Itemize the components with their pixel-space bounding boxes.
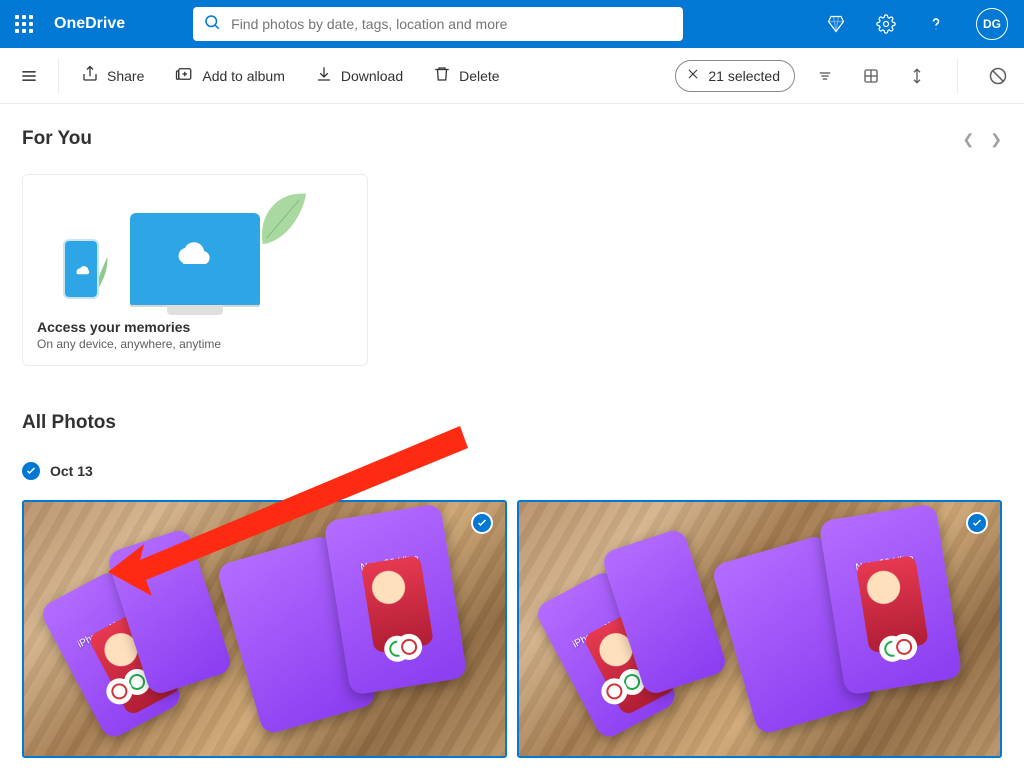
divider [957,58,958,94]
download-button[interactable]: Download [315,65,403,86]
add-album-label: Add to album [202,68,285,84]
date-group-header[interactable]: Oct 13 [22,462,1002,480]
trash-icon [433,65,451,86]
waffle-icon [15,15,33,33]
header-right: DG [820,8,1016,40]
account-avatar[interactable]: DG [976,8,1008,40]
command-bar: Share Add to album Download Delete 21 se… [0,48,1024,104]
share-icon [81,65,99,86]
app-launcher-button[interactable] [8,8,40,40]
phone-art [63,239,99,299]
selection-count-pill[interactable]: 21 selected [675,60,795,92]
view-toggle-button[interactable] [855,60,887,92]
prev-button[interactable]: ❮ [963,131,975,148]
delete-label: Delete [459,68,499,84]
card-art [23,175,367,305]
photo-item[interactable]: iPhone_Xe Note 20 Ultra [22,500,507,758]
selected-label: 21 selected [708,68,780,84]
premium-icon[interactable] [820,8,852,40]
commands: Share Add to album Download Delete [69,65,500,86]
monitor-art [130,213,260,305]
card-title: Access your memories [37,319,353,335]
divider [58,58,59,94]
card-subtitle: On any device, anywhere, anytime [37,337,353,351]
foryou-section-head: For You ❮ ❯ [22,128,1002,150]
delete-button[interactable]: Delete [433,65,499,86]
foryou-nav: ❮ ❯ [963,131,1002,148]
search-icon [203,13,221,36]
album-icon [174,65,194,86]
download-icon [315,65,333,86]
command-right: 21 selected [675,58,1014,94]
add-to-album-button[interactable]: Add to album [174,65,285,86]
search-container [193,7,683,41]
allphotos-heading: All Photos [22,412,1002,434]
foryou-memories-card[interactable]: Access your memories On any device, anyw… [22,174,368,366]
date-label: Oct 13 [50,463,93,479]
app-header: OneDrive DG [0,0,1024,48]
date-select-checkbox[interactable] [22,462,40,480]
foryou-heading: For You [22,128,92,150]
menu-button[interactable] [10,57,48,95]
photo-select-checkbox[interactable] [966,512,988,534]
cloud-icon [171,241,219,269]
share-label: Share [107,68,144,84]
photo-select-checkbox[interactable] [471,512,493,534]
photo-item[interactable]: iPhone_Xe Note 20 Ultra [517,500,1002,758]
next-button[interactable]: ❯ [990,131,1002,148]
search-input[interactable] [231,16,651,32]
photo-grid: iPhone_Xe Note 20 Ultra iPhone_Xe Note 2… [22,500,1002,758]
share-button[interactable]: Share [81,65,144,86]
close-icon [686,67,700,84]
settings-icon[interactable] [870,8,902,40]
download-label: Download [341,68,403,84]
leaf-icon [253,185,311,255]
block-button[interactable] [982,60,1014,92]
brand-name[interactable]: OneDrive [54,15,125,33]
help-icon[interactable] [920,8,952,40]
info-toggle-button[interactable] [901,60,933,92]
search-box[interactable] [193,7,683,41]
main-content: For You ❮ ❯ Access your memories On any … [0,104,1024,778]
sort-button[interactable] [809,60,841,92]
